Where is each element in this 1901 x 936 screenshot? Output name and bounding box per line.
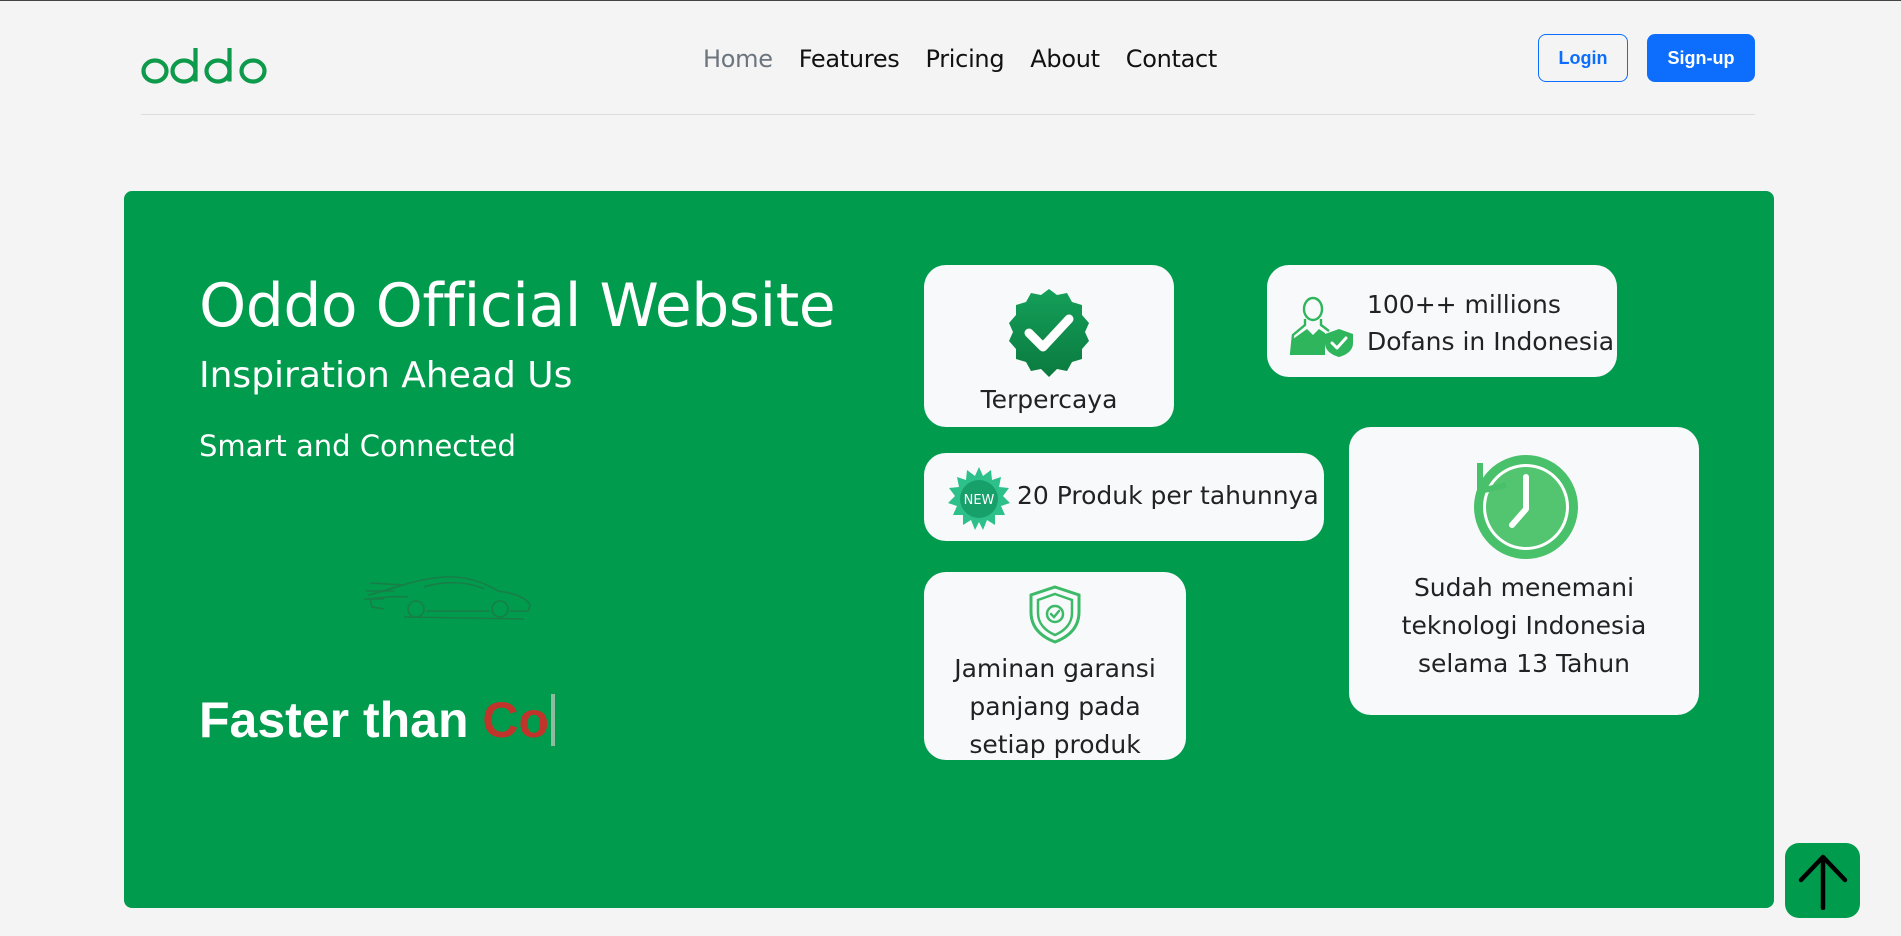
arrow-up-icon: [1798, 854, 1847, 910]
typed-partial-word: Co: [482, 692, 550, 748]
main-nav: Home Features Pricing About Contact: [703, 45, 1243, 73]
login-button[interactable]: Login: [1538, 34, 1628, 82]
nav-home[interactable]: Home: [703, 45, 773, 73]
typed-headline: Faster than Co: [199, 691, 556, 749]
products-label: 20 Produk per tahunnya: [1017, 481, 1319, 510]
new-badge-text: NEW: [964, 493, 995, 508]
fans-line-2: Dofans in Indonesia: [1367, 327, 1615, 356]
clock-history-icon: [1474, 455, 1578, 559]
history-line-3: selama 13 Tahun: [1417, 649, 1631, 678]
scroll-to-top-button[interactable]: [1785, 843, 1860, 918]
header-divider: [141, 114, 1755, 115]
feature-card-fans: 100++ millions Dofans in Indonesia: [1267, 265, 1617, 377]
typing-cursor: [551, 694, 556, 746]
trusted-label: Terpercaya: [980, 385, 1118, 414]
feature-card-history: Sudah menemani teknologi Indonesia selam…: [1349, 427, 1699, 715]
oddo-logo[interactable]: [141, 44, 269, 86]
feature-card-trusted: Terpercaya: [924, 265, 1174, 427]
hero-title: Oddo Official Website: [199, 271, 836, 341]
warranty-text: Jaminan garansi panjang pada setiap prod…: [924, 650, 1186, 764]
fans-line-1: 100++ millions: [1367, 290, 1561, 319]
nav-features[interactable]: Features: [799, 45, 900, 73]
warranty-line-2: panjang pada: [969, 692, 1141, 721]
warranty-line-1: Jaminan garansi: [954, 654, 1156, 683]
warranty-line-3: setiap produk: [969, 730, 1141, 759]
feature-card-products: NEW 20 Produk per tahunnya: [924, 453, 1324, 541]
hero-subtitle: Inspiration Ahead Us: [199, 355, 573, 396]
nav-pricing[interactable]: Pricing: [925, 45, 1004, 73]
hero-tagline: Smart and Connected: [199, 429, 516, 463]
user-shield-icon: [1289, 296, 1353, 357]
history-text: Sudah menemani teknologi Indonesia selam…: [1349, 569, 1699, 683]
nav-about[interactable]: About: [1030, 45, 1100, 73]
hero-section: Oddo Official Website Inspiration Ahead …: [124, 191, 1774, 908]
new-badge-icon: NEW: [948, 467, 1010, 530]
history-line-2: teknologi Indonesia: [1401, 611, 1647, 640]
sports-car-icon: [364, 576, 531, 620]
history-line-1: Sudah menemani: [1413, 573, 1635, 602]
feature-card-warranty: Jaminan garansi panjang pada setiap prod…: [924, 572, 1186, 760]
fans-text: 100++ millions Dofans in Indonesia: [1367, 286, 1614, 360]
signup-button[interactable]: Sign-up: [1647, 34, 1755, 82]
nav-contact[interactable]: Contact: [1126, 45, 1218, 73]
verified-badge-icon: [1009, 289, 1089, 377]
typed-prefix: Faster than: [199, 692, 483, 748]
shield-check-icon: [1029, 585, 1081, 644]
